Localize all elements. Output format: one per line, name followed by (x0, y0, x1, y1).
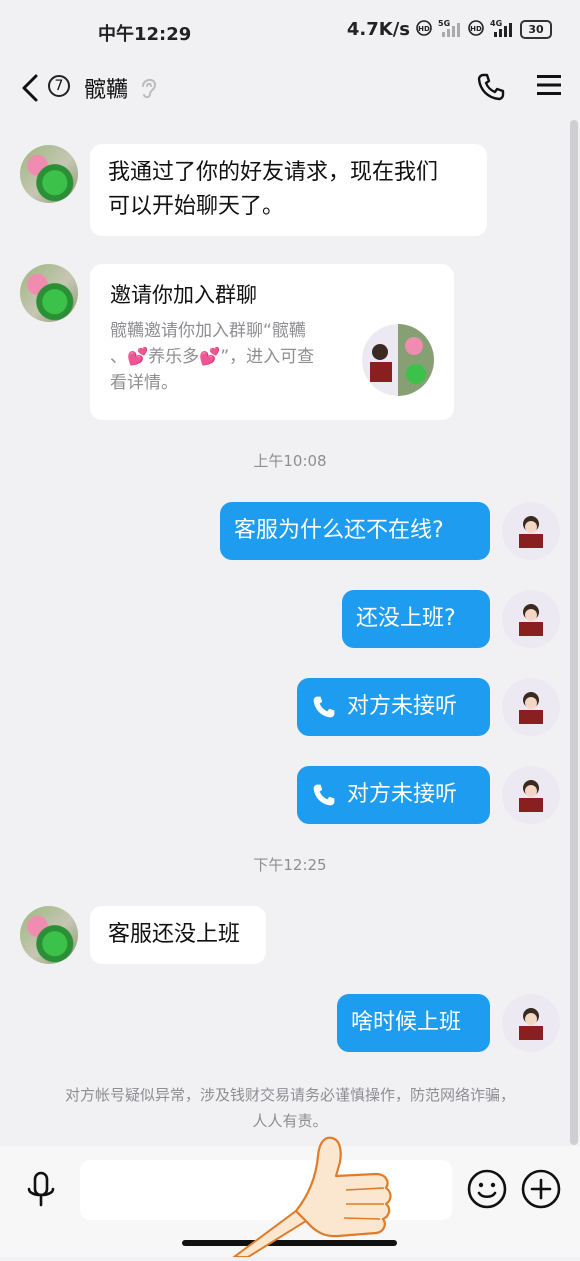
my-avatar[interactable] (502, 994, 560, 1052)
timestamp: 下午12:25 (253, 856, 327, 874)
signal-5g-icon: 5G (438, 18, 462, 41)
menu-icon (537, 75, 561, 95)
phone-icon (477, 73, 505, 101)
svg-text:HD: HD (418, 25, 430, 33)
card-description-line: 、💕养乐多💕”，进入可查 (110, 347, 315, 367)
svg-text:HD: HD (470, 25, 482, 33)
back-button[interactable] (20, 68, 50, 108)
message-text: 我通过了你的好友请求，现在我们 (108, 160, 439, 185)
message-text: 对方未接听 (347, 694, 458, 719)
voice-button[interactable] (24, 1170, 58, 1214)
emoji-button[interactable] (466, 1168, 508, 1214)
message-text: 客服为什么还不在线? (234, 518, 444, 543)
timestamp: 上午10:08 (253, 452, 327, 470)
ear-icon[interactable] (138, 74, 160, 104)
thumbs-up-icon (226, 1116, 401, 1261)
network-speed: 4.7K/s (346, 19, 410, 40)
card-title: 邀请你加入群聊 (110, 283, 257, 307)
message-text: 可以开始聊天了。 (108, 194, 285, 219)
status-right: 4.7K/s HD 5G HD 4G 30 (347, 18, 552, 41)
message-text: 客服还没上班 (108, 922, 241, 947)
call-icon (313, 784, 335, 806)
group-invite-card[interactable]: 邀请你加入群聊 髋韉邀请你加入群聊“髋韉 、💕养乐多💕”，进入可查 看详情。 (90, 264, 454, 420)
plus-icon (521, 1169, 561, 1209)
hd-icon-2: HD (468, 20, 484, 39)
my-avatar[interactable] (502, 590, 560, 648)
emoji-icon (467, 1169, 507, 1209)
message-bubble-outgoing[interactable]: 还没上班? (342, 590, 490, 648)
scrollbar[interactable] (570, 120, 578, 1145)
message-text: 对方未接听 (347, 782, 458, 807)
menu-button[interactable] (536, 72, 562, 102)
message-bubble-outgoing[interactable]: 客服为什么还不在线? (220, 502, 490, 560)
my-avatar[interactable] (502, 502, 560, 560)
security-notice-line: 对方帐号疑似异常，涉及钱财交易请务必谨慎操作，防范网络诈骗， (64, 1086, 515, 1104)
card-description-line: 髋韉邀请你加入群聊“髋韉 (110, 321, 306, 341)
friend-avatar[interactable] (20, 906, 78, 964)
message-bubble-outgoing[interactable]: 啥时候上班 (337, 994, 490, 1052)
contact-name[interactable]: 髋韉 (84, 72, 128, 104)
status-time: 中午12:29 (98, 24, 192, 45)
card-description: 髋韉邀请你加入群聊“髋韉 、💕养乐多💕”，进入可查 看详情。 (110, 318, 350, 396)
message-text: 还没上班? (356, 606, 456, 631)
my-avatar[interactable] (502, 766, 560, 824)
back-arrow-icon (22, 74, 38, 102)
unread-count-badge[interactable]: 7 (48, 75, 70, 97)
more-button[interactable] (520, 1168, 562, 1214)
mic-icon (27, 1171, 55, 1207)
missed-call-bubble[interactable]: 对方未接听 (297, 766, 490, 824)
call-button[interactable] (476, 72, 506, 106)
missed-call-bubble[interactable]: 对方未接听 (297, 678, 490, 736)
group-thumbnail (362, 324, 434, 396)
message-bubble-incoming[interactable]: 我通过了你的好友请求，现在我们 可以开始聊天了。 (90, 144, 487, 236)
message-text: 啥时候上班 (351, 1010, 462, 1035)
hd-icon: HD (416, 20, 432, 39)
friend-avatar[interactable] (20, 264, 78, 322)
status-bar: 中午12:29 4.7K/s HD 5G HD 4G 30 (0, 0, 580, 62)
svg-text:5G: 5G (438, 19, 450, 28)
message-bubble-incoming[interactable]: 客服还没上班 (90, 906, 266, 964)
chat-header: 7 髋韉 (0, 62, 580, 114)
card-description-line: 看详情。 (110, 373, 178, 393)
battery-icon: 30 (520, 20, 552, 39)
signal-4g-icon: 4G (490, 18, 514, 41)
svg-text:4G: 4G (490, 19, 502, 28)
friend-avatar[interactable] (20, 145, 78, 203)
call-icon (313, 696, 335, 718)
my-avatar[interactable] (502, 678, 560, 736)
